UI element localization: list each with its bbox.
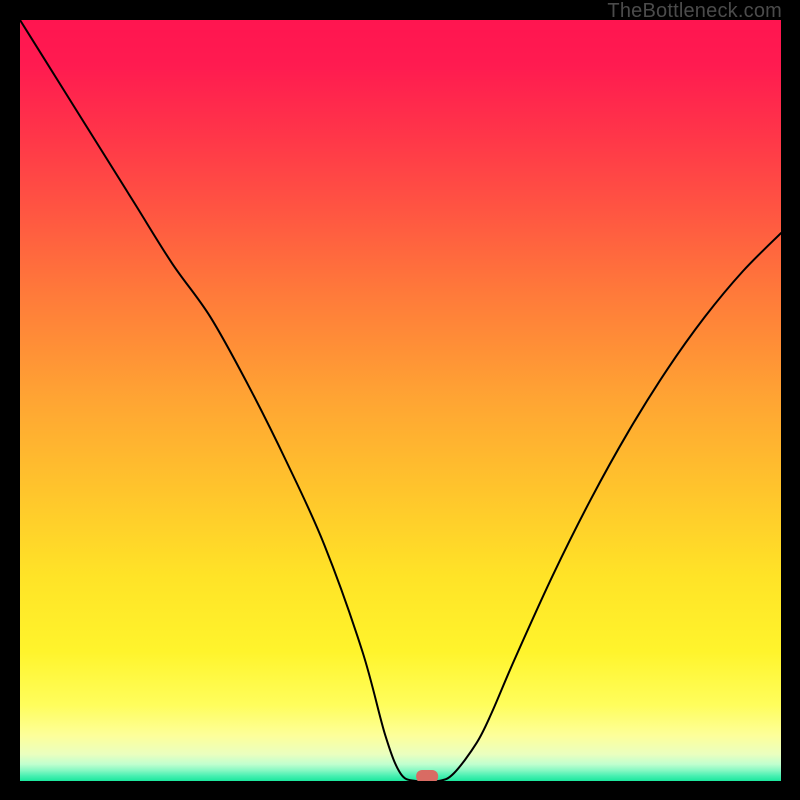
curve-layer	[20, 20, 781, 781]
watermark-text: TheBottleneck.com	[607, 0, 782, 23]
optimal-marker	[416, 770, 438, 781]
bottleneck-curve	[20, 20, 781, 781]
chart-frame: TheBottleneck.com	[0, 0, 800, 800]
plot-area	[20, 20, 781, 781]
